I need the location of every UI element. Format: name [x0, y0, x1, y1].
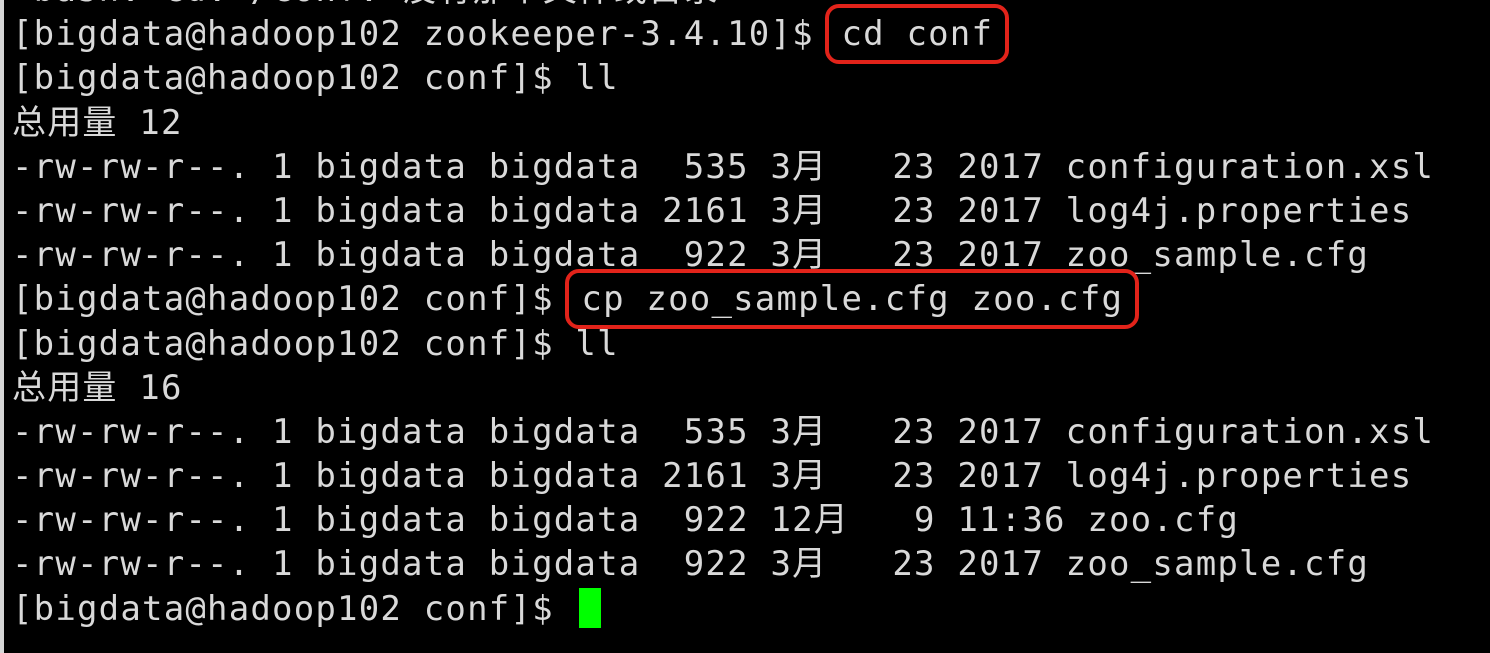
command: ll [575, 323, 619, 364]
highlighted-command: cd conf [825, 4, 1010, 65]
prompt: [bigdata@hadoop102 conf]$ [12, 588, 576, 629]
output-line: -rw-rw-r--. 1 bigdata bigdata 922 3月 23 … [12, 235, 1370, 276]
prompt-line: [bigdata@hadoop102 conf]$ ll [12, 56, 1434, 100]
prompt-line: [bigdata@hadoop102 conf]$ cp zoo_sample.… [12, 269, 1434, 330]
output-line: -rw-rw-r--. 1 bigdata bigdata 922 3月 23 … [12, 544, 1370, 585]
prompt: [bigdata@hadoop102 conf]$ [12, 323, 576, 364]
terminal-output: -bash: cd: /conf: 没有那个文件或目录 [bigdata@had… [12, 0, 1434, 631]
terminal-window[interactable]: -bash: cd: /conf: 没有那个文件或目录 [bigdata@had… [0, 0, 1490, 653]
command: ll [575, 58, 619, 99]
prompt: [bigdata@hadoop102 conf]$ [12, 279, 576, 320]
highlighted-command: cp zoo_sample.cfg zoo.cfg [565, 269, 1140, 330]
prompt: [bigdata@hadoop102 conf]$ [12, 58, 576, 99]
output-line: 总用量 12 [12, 102, 183, 143]
prompt-line: [bigdata@hadoop102 zookeeper-3.4.10]$ cd… [12, 4, 1434, 65]
output-line: -rw-rw-r--. 1 bigdata bigdata 922 12月 9 … [12, 500, 1240, 541]
prompt-line: [bigdata@hadoop102 conf]$ ll [12, 322, 1434, 366]
output-line: 总用量 16 [12, 367, 183, 408]
output-line: -rw-rw-r--. 1 bigdata bigdata 535 3月 23 … [12, 411, 1435, 452]
output-line: -rw-rw-r--. 1 bigdata bigdata 2161 3月 23… [12, 456, 1413, 497]
cursor [579, 588, 602, 629]
output-line: -bash: cd: /conf: 没有那个文件或目录 [12, 0, 1434, 12]
output-line: -rw-rw-r--. 1 bigdata bigdata 2161 3月 23… [12, 190, 1413, 231]
output-line: -rw-rw-r--. 1 bigdata bigdata 535 3月 23 … [12, 146, 1435, 187]
prompt: [bigdata@hadoop102 zookeeper-3.4.10]$ [12, 14, 836, 55]
prompt-line[interactable]: [bigdata@hadoop102 conf]$ [12, 587, 1434, 631]
